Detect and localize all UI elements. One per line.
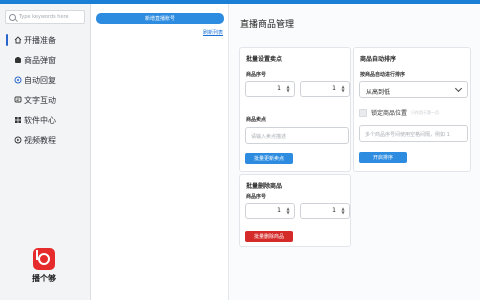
field-label: 按商品自动进行排序 xyxy=(360,72,406,78)
text-chat-icon xyxy=(14,96,22,104)
nav-item-video-tutorial[interactable]: 视频教程 xyxy=(0,132,90,148)
stepper-value: 1 xyxy=(277,85,281,92)
auto-sort-card: 商品自动排序 按商品自动进行排序 从高到低 锁定商品位置 只作用于第一页 多个商… xyxy=(353,47,471,172)
stepper-arrows-icon[interactable]: ▲ ▼ xyxy=(285,207,291,216)
nav-item-label: 自动回复 xyxy=(24,75,56,85)
search-placeholder: Type keywords here xyxy=(19,14,69,20)
card-title: 商品自动排序 xyxy=(360,56,397,63)
logo-text: 播个够 xyxy=(32,274,56,283)
nav-item-label: 软件中心 xyxy=(24,115,56,125)
sort-order-select[interactable]: 从高到低 xyxy=(359,81,468,98)
nav-item-label: 文字互动 xyxy=(24,95,56,105)
delete-seq-to-stepper[interactable]: 1 ▲ ▼ xyxy=(300,203,350,219)
nav-item-prepare[interactable]: 开播准备 xyxy=(0,32,90,48)
popup-icon xyxy=(14,56,22,64)
video-icon xyxy=(14,136,22,144)
chevron-down-icon xyxy=(454,84,463,93)
stepper-arrows-icon[interactable]: ▲ ▼ xyxy=(285,85,291,94)
batch-selling-card: 批量设置卖点 商品序号 1 ▲ ▼ 1 ▲ ▼ 商品卖点 请输入卖点描述 批量更新卖… xyxy=(239,47,351,172)
stepper-value: 1 xyxy=(332,85,336,92)
nav-item-label: 开播准备 xyxy=(24,35,56,45)
reply-icon xyxy=(14,76,22,84)
apps-icon xyxy=(14,116,22,124)
search-icon xyxy=(9,13,16,21)
seq-to-stepper[interactable]: 1 ▲ ▼ xyxy=(300,81,350,97)
lock-position-checkbox[interactable] xyxy=(359,108,367,117)
card-title: 批量删除商品 xyxy=(246,183,283,190)
nav-item-auto-reply[interactable]: 自动回复 xyxy=(0,72,90,88)
sidebar: Type keywords here 开播准备 商品弹窗 自动回复 文字互动 软… xyxy=(0,4,91,300)
home-icon xyxy=(14,36,22,44)
nav-item-text-interact[interactable]: 文字互动 xyxy=(0,92,90,108)
logo-icon xyxy=(33,248,55,270)
page-title: 直播商品管理 xyxy=(240,20,295,30)
add-account-button[interactable]: 新增直播账号 xyxy=(96,13,224,24)
account-panel: 新增直播账号 刷新列表 xyxy=(91,4,229,300)
checkbox-hint: 只作用于第一页 xyxy=(411,109,440,115)
nav-item-label: 商品弹窗 xyxy=(24,55,56,65)
batch-update-selling-button[interactable]: 批量更新卖点 xyxy=(245,153,293,164)
nav-item-software-center[interactable]: 软件中心 xyxy=(0,112,90,128)
batch-delete-button[interactable]: 批量删除商品 xyxy=(245,231,293,242)
lock-position-row[interactable]: 锁定商品位置 只作用于第一页 xyxy=(359,108,439,117)
stepper-arrows-icon[interactable]: ▲ ▼ xyxy=(340,85,346,94)
main-panel: 直播商品管理 批量设置卖点 商品序号 1 ▲ ▼ 1 ▲ ▼ 商品卖点 请输入卖点描… xyxy=(229,4,480,300)
select-value: 从高到低 xyxy=(366,89,391,96)
nav-menu: 开播准备 商品弹窗 自动回复 文字互动 软件中心 视频教程 xyxy=(0,32,90,152)
start-sort-button[interactable]: 开启排序 xyxy=(359,152,407,163)
stepper-arrows-icon[interactable]: ▲ ▼ xyxy=(340,207,346,216)
selling-point-input[interactable]: 请输入卖点描述 xyxy=(245,127,349,144)
nav-item-label: 视频教程 xyxy=(24,135,56,145)
batch-delete-card: 批量删除商品 商品序号 1 ▲ ▼ 1 ▲ ▼ 批量删除商品 xyxy=(239,174,351,247)
field-label: 商品卖点 xyxy=(246,117,267,123)
checkbox-label: 锁定商品位置 xyxy=(371,110,408,117)
refresh-list-link[interactable]: 刷新列表 xyxy=(203,29,223,36)
field-label: 商品序号 xyxy=(246,194,267,200)
card-title: 批量设置卖点 xyxy=(246,56,283,63)
stepper-value: 1 xyxy=(332,207,336,214)
nav-item-product-popup[interactable]: 商品弹窗 xyxy=(0,52,90,68)
app-logo: 播个够 xyxy=(24,248,64,284)
stepper-value: 1 xyxy=(277,207,281,214)
sort-seq-input[interactable]: 多个商品序号间使用空格间隔，例如 1 xyxy=(359,125,468,142)
seq-from-stepper[interactable]: 1 ▲ ▼ xyxy=(245,81,295,97)
delete-seq-from-stepper[interactable]: 1 ▲ ▼ xyxy=(245,203,295,219)
search-input[interactable]: Type keywords here xyxy=(5,10,85,24)
field-label: 商品序号 xyxy=(246,72,267,78)
